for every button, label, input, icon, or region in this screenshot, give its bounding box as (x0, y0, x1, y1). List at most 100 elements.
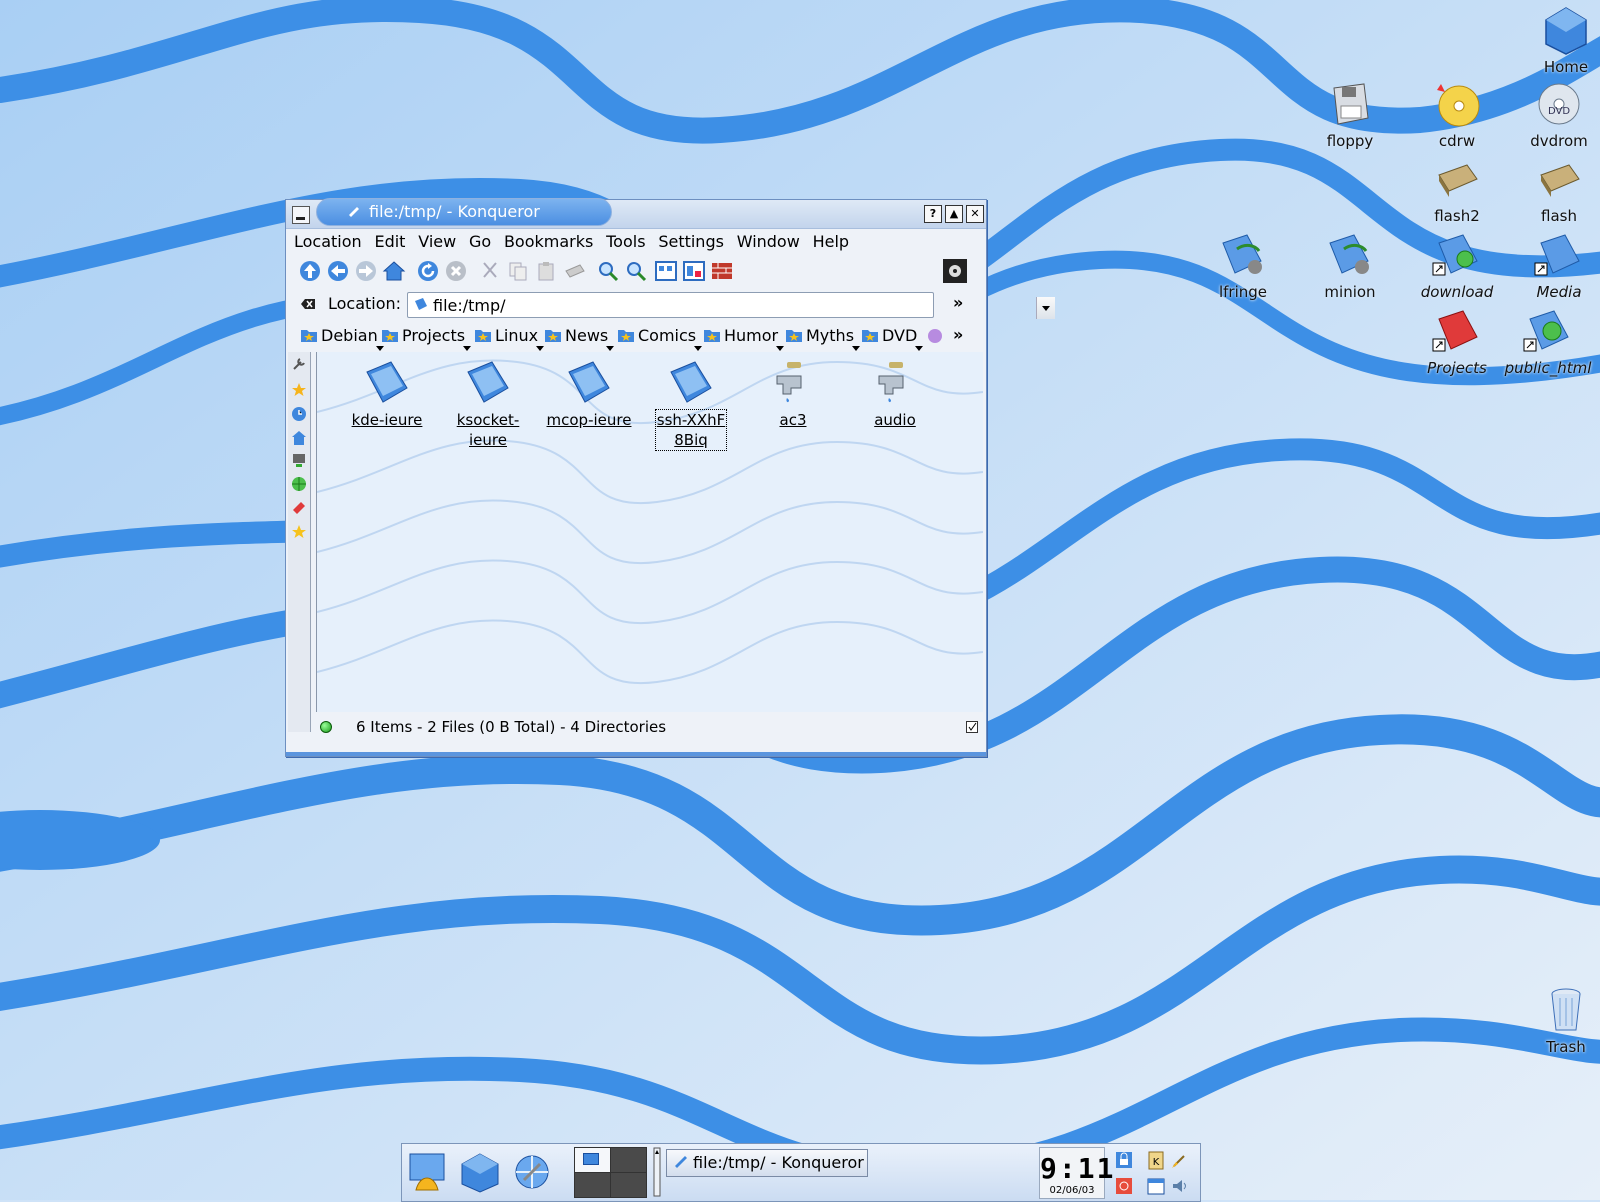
file-item[interactable]: kde-ieure (339, 358, 435, 430)
menu-settings[interactable]: Settings (658, 230, 724, 254)
bookmark-extra-icon[interactable] (926, 328, 944, 344)
view-link-checkbox[interactable] (966, 721, 978, 733)
desktop-icon-download[interactable]: download (1409, 229, 1505, 301)
logout-icon[interactable] (1114, 1176, 1134, 1196)
stop-icon[interactable] (444, 259, 468, 283)
menu-tools[interactable]: Tools (606, 230, 645, 254)
folder-icon (568, 361, 610, 403)
klipper-icon[interactable]: K (1146, 1150, 1166, 1170)
kmenu-icon[interactable] (406, 1150, 450, 1194)
menu-view[interactable]: View (418, 230, 456, 254)
menu-bookmarks[interactable]: Bookmarks (504, 230, 593, 254)
floppy-icon (1333, 83, 1369, 125)
title-tab[interactable]: file:/tmp/ - Konqueror (316, 198, 612, 226)
home-folder-icon[interactable] (291, 430, 307, 446)
bookmark-folder-icon (786, 330, 802, 342)
file-item[interactable]: audio (847, 358, 943, 430)
desktop-icon-cdrw[interactable]: cdrw (1409, 78, 1505, 150)
close-button[interactable]: ✕ (966, 205, 984, 223)
cleanup-broom-icon[interactable] (1170, 1150, 1190, 1170)
window-menu-button[interactable] (292, 206, 310, 224)
network-icon[interactable] (291, 452, 307, 468)
bookmarks-star-icon[interactable] (291, 382, 307, 398)
location-overflow-chevron[interactable]: » (953, 293, 963, 312)
help-button[interactable]: ? (924, 205, 942, 223)
desktop-icon-lfringe[interactable]: lfringe (1195, 229, 1291, 301)
desktop-icon-dvdrom[interactable]: DVD dvdrom (1511, 78, 1600, 150)
window-bottom-border[interactable] (286, 752, 986, 756)
icon-view-icon[interactable] (654, 259, 678, 283)
cut-icon[interactable] (478, 259, 502, 283)
pager-desktop-2[interactable] (610, 1147, 647, 1173)
location-input[interactable]: file:/tmp/ (407, 292, 1055, 319)
main-toolbar (288, 256, 984, 286)
bookmark-dvd[interactable]: DVD (861, 326, 924, 351)
menu-bar: Location Edit View Go Bookmarks Tools Se… (288, 230, 984, 254)
split-view-icon[interactable] (682, 259, 706, 283)
bookmark-comics[interactable]: Comics (617, 326, 703, 351)
desktop-icon-public-html[interactable]: public_html (1500, 305, 1596, 377)
bookmark-news[interactable]: News (544, 326, 615, 351)
folder-link-icon (1432, 234, 1478, 276)
clear-location-icon[interactable] (300, 296, 316, 312)
bookmark-projects[interactable]: Projects (381, 326, 472, 351)
file-item-selected[interactable]: ssh-XXhF8Biq (643, 358, 739, 451)
copy-icon[interactable] (506, 259, 530, 283)
desktop-icon-trash[interactable]: Trash (1518, 984, 1600, 1056)
home-icon[interactable] (382, 259, 406, 283)
wrench-icon[interactable] (291, 356, 307, 372)
menu-window[interactable]: Window (737, 230, 800, 254)
history-clock-icon[interactable] (291, 406, 307, 422)
pager-desktop-4[interactable] (610, 1172, 647, 1198)
menu-edit[interactable]: Edit (374, 230, 405, 254)
taskbar-scroll-handle[interactable] (652, 1146, 662, 1198)
pager-desktop-1[interactable] (574, 1147, 611, 1173)
bookmark-overflow-chevron[interactable]: » (953, 325, 963, 344)
desktop-icon-flash[interactable]: flash (1511, 153, 1600, 225)
print-icon[interactable] (562, 259, 586, 283)
web-globe-icon[interactable] (291, 476, 307, 492)
file-view[interactable]: kde-ieure ksocket-ieure mcop-ieure ssh-X… (316, 352, 983, 712)
back-arrow-icon[interactable] (326, 259, 350, 283)
title-bar[interactable]: file:/tmp/ - Konqueror ? ▲ ✕ (286, 198, 986, 229)
desktop-icon-home[interactable]: Home (1518, 4, 1600, 76)
services-icon[interactable] (291, 500, 307, 516)
desktop-icon-flash2[interactable]: flash2 (1409, 153, 1505, 225)
activity-gear-icon (943, 259, 967, 283)
zoom-out-icon[interactable] (624, 259, 648, 283)
up-arrow-icon[interactable] (298, 259, 322, 283)
forward-arrow-icon[interactable] (354, 259, 378, 283)
desktop-icon-floppy[interactable]: floppy (1302, 78, 1398, 150)
maximize-button[interactable]: ▲ (945, 205, 963, 223)
home-icon (1545, 7, 1587, 55)
desktop-icon-media[interactable]: Media (1511, 229, 1600, 301)
file-item[interactable]: mcop-ieure (541, 358, 637, 430)
task-button-konqueror[interactable]: file:/tmp/ - Konqueror (666, 1149, 868, 1177)
web-browser-icon[interactable] (510, 1150, 554, 1194)
lock-screen-icon[interactable] (1114, 1150, 1134, 1170)
zoom-in-icon[interactable] (596, 259, 620, 283)
desktop-icon-projects[interactable]: Projects (1409, 305, 1505, 377)
reload-icon[interactable] (416, 259, 440, 283)
bookmark-debian[interactable]: Debian (300, 326, 384, 351)
home-icon[interactable] (458, 1150, 502, 1194)
menu-location[interactable]: Location (294, 230, 362, 254)
bookmark-humor[interactable]: Humor (703, 326, 785, 351)
location-dropdown-button[interactable] (1036, 297, 1055, 319)
favorites-star-icon[interactable] (291, 524, 307, 540)
menu-go[interactable]: Go (469, 230, 491, 254)
desktop-icon-minion[interactable]: minion (1302, 229, 1398, 301)
volume-speaker-icon[interactable] (1170, 1176, 1190, 1196)
menu-help[interactable]: Help (813, 230, 849, 254)
clock[interactable]: 9:11 02/06/03 (1039, 1147, 1113, 1199)
chevron-down-icon (1042, 306, 1050, 311)
paste-icon[interactable] (534, 259, 558, 283)
firewall-icon[interactable] (710, 259, 734, 283)
bookmark-linux[interactable]: Linux (474, 326, 545, 351)
calendar-icon[interactable] (1146, 1176, 1166, 1196)
bookmark-myths[interactable]: Myths (785, 326, 861, 351)
desktop-pager[interactable] (574, 1147, 647, 1198)
file-item[interactable]: ac3 (745, 358, 841, 430)
file-item[interactable]: ksocket-ieure (440, 358, 536, 450)
pager-desktop-3[interactable] (574, 1172, 611, 1198)
